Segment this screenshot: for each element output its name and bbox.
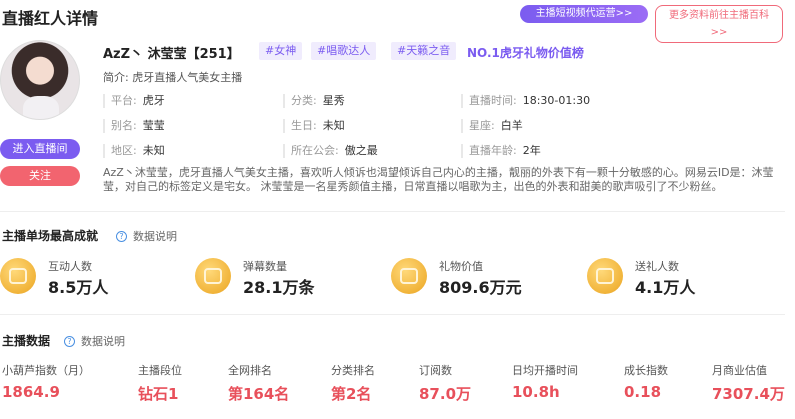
question-icon: ? — [116, 231, 127, 242]
more-button-line1: 更多资料前往主播百科 — [669, 10, 769, 21]
question-icon: ? — [64, 336, 75, 347]
intro-label: 简介: — [103, 71, 129, 84]
avatar — [0, 40, 80, 120]
divider — [0, 211, 785, 212]
gift-rank-link[interactable]: NO.1虎牙礼物价值榜 — [467, 44, 584, 61]
info-region: 地区: 未知 — [103, 144, 165, 158]
info-category: 分类: 星秀 — [283, 94, 345, 108]
info-grid: 平台: 虎牙 分类: 星秀 直播时间: 18:30-01:30 别名: 莹莹 生日: 未知… — [103, 88, 783, 162]
anchor-data-title: 主播数据 — [2, 334, 51, 348]
page-title: 直播红人详情 — [2, 9, 99, 28]
follow-button[interactable]: 关注 — [0, 166, 80, 186]
more-button-line2: >> — [710, 27, 728, 38]
info-live-age: 直播年龄: 2年 — [461, 144, 541, 158]
danmaku-icon — [195, 258, 231, 294]
gift-sender-icon — [587, 258, 623, 294]
info-live-time: 直播时间: 18:30-01:30 — [461, 94, 590, 108]
anchor-description: AzZ丶沐莹莹，虎牙直播人气美女主播，喜欢听人倾诉也渴望倾诉自己内心的主播，靓丽… — [103, 166, 774, 193]
tag-goddess[interactable]: #女神 — [259, 42, 303, 60]
metric-hulu-index: 小葫芦指数（月） 1864.9 — [2, 364, 90, 401]
stat-gift-senders: 送礼人数 4.1万人 — [587, 258, 777, 298]
stat-interaction: 互动人数 8.5万人 — [0, 258, 190, 298]
info-platform: 平台: 虎牙 — [103, 94, 165, 108]
gift-value-icon — [391, 258, 427, 294]
short-video-operation-button[interactable]: 主播短视频代运营>> — [520, 5, 648, 23]
stat-danmaku: 弹幕数量 28.1万条 — [195, 258, 385, 298]
stat-gift-value: 礼物价值 809.6万元 — [391, 258, 581, 298]
interaction-icon — [0, 258, 36, 294]
tag-heavenly-voice[interactable]: #天籁之音 — [391, 42, 457, 60]
metric-category-rank: 分类排名 第2名 — [331, 364, 375, 403]
metric-daily-live-hours: 日均开播时间 10.8h — [512, 364, 578, 401]
metric-global-rank: 全网排名 第164名 — [228, 364, 290, 403]
metric-monthly-valuation: 月商业估值 7307.4万 — [712, 364, 785, 403]
tag-singer[interactable]: #唱歌达人 — [311, 42, 377, 60]
info-guild: 所在公会: 傲之最 — [283, 144, 378, 158]
best-record-title: 主播单场最高成就 — [2, 229, 99, 243]
metric-subscribers: 订阅数 87.0万 — [419, 364, 472, 403]
anchor-name: AzZ丶 沐莹莹【251】 — [103, 47, 240, 62]
more-info-encyclopedia-button[interactable]: 更多资料前往主播百科 >> — [655, 5, 783, 43]
info-zodiac: 星座: 白羊 — [461, 119, 523, 133]
metric-growth-index: 成长指数 0.18 — [624, 364, 668, 401]
best-record-help[interactable]: ? 数据说明 — [116, 228, 177, 244]
metric-anchor-tier: 主播段位 钻石1 — [138, 364, 182, 403]
intro: 简介: 虎牙直播人气美女主播 — [103, 69, 242, 85]
enter-live-room-button[interactable]: 进入直播间 — [0, 139, 80, 159]
intro-text: 虎牙直播人气美女主播 — [132, 71, 243, 84]
divider — [0, 314, 785, 315]
anchor-data-help[interactable]: ? 数据说明 — [64, 333, 125, 349]
info-birthday: 生日: 未知 — [283, 119, 345, 133]
info-alias: 别名: 莹莹 — [103, 119, 165, 133]
